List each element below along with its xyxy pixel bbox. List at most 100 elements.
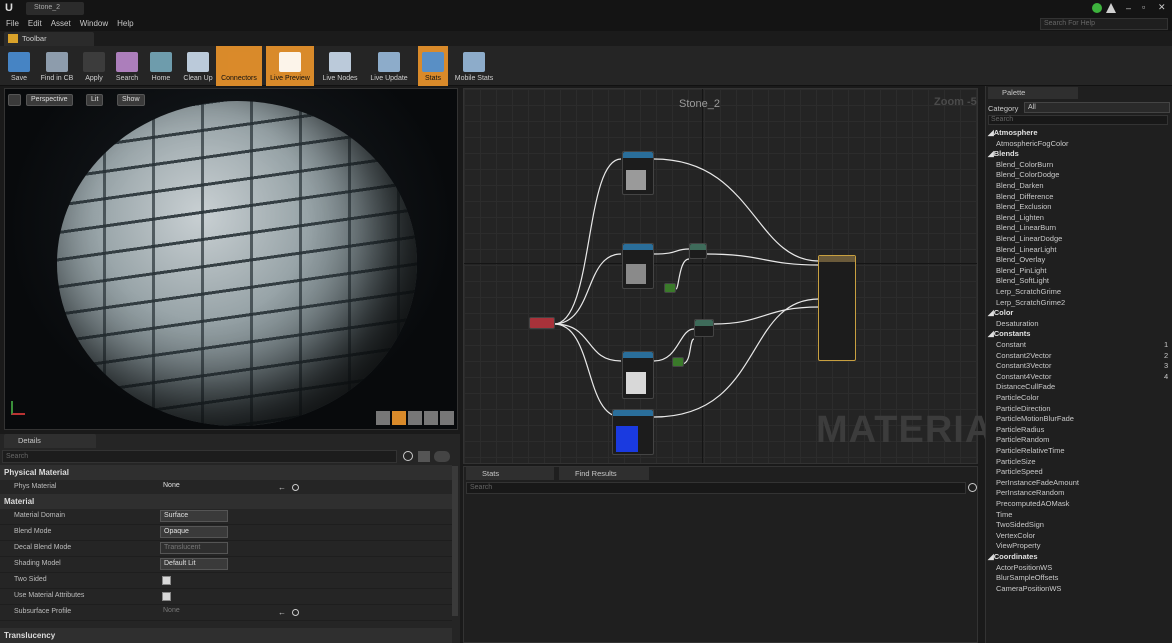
texture-sample-node-4[interactable] <box>612 409 654 455</box>
palette-item[interactable]: ParticleRelativeTime <box>996 446 1065 455</box>
toolbar-button-connectors[interactable]: Connectors <box>216 46 262 86</box>
find-search-input[interactable]: Search <box>466 482 966 494</box>
palette-item[interactable]: Blend_Darken <box>996 181 1044 190</box>
cylinder-shape-icon[interactable] <box>376 411 390 425</box>
teapot-shape-icon[interactable] <box>440 411 454 425</box>
toolbar-button-live-update[interactable]: Live Update <box>366 46 412 86</box>
status-icon[interactable] <box>1092 3 1102 13</box>
palette-item[interactable]: ParticleRadius <box>996 425 1044 434</box>
palette-item[interactable]: Constant <box>996 340 1026 349</box>
details-search-input[interactable]: Search <box>2 450 397 463</box>
palette-item[interactable]: Blend_ColorDodge <box>996 170 1059 179</box>
details-tab[interactable]: Details <box>4 434 96 448</box>
toolbar-button-live-nodes[interactable]: Live Nodes <box>319 46 361 86</box>
toolbar-button-home[interactable]: Home <box>146 46 176 86</box>
use-selected-arrow-icon[interactable]: ← <box>278 483 286 492</box>
palette-item[interactable]: TwoSidedSign <box>996 520 1044 529</box>
palette-item[interactable]: Blend_ColorBurn <box>996 160 1053 169</box>
toolbar-button-save[interactable]: Save <box>6 46 32 86</box>
texture-sample-node-1[interactable] <box>622 151 654 195</box>
palette-item[interactable]: Constant2Vector <box>996 351 1051 360</box>
toolbar-button-find-in-cb[interactable]: Find in CB <box>36 46 78 86</box>
palette-item[interactable]: PerInstanceFadeAmount <box>996 478 1079 487</box>
grid-view-icon[interactable] <box>418 451 430 462</box>
toolbar-tab[interactable]: Toolbar <box>4 32 94 46</box>
property-checkbox[interactable] <box>162 592 171 601</box>
palette-item[interactable]: PerInstanceRandom <box>996 488 1064 497</box>
help-search-input[interactable]: Search For Help <box>1040 18 1168 30</box>
use-selected-arrow-icon[interactable]: ← <box>278 608 286 617</box>
palette-item[interactable]: Blend_PinLight <box>996 266 1046 275</box>
cube-shape-icon[interactable] <box>424 411 438 425</box>
toolbar-button-clean-up[interactable]: Clean Up <box>182 46 214 86</box>
browse-search-icon[interactable] <box>292 484 299 491</box>
eye-icon[interactable] <box>434 451 450 462</box>
palette-item[interactable]: PrecomputedAOMask <box>996 499 1069 508</box>
palette-item[interactable]: Desaturation <box>996 319 1039 328</box>
palette-item[interactable]: Blend_SoftLight <box>996 276 1049 285</box>
plane-shape-icon[interactable] <box>408 411 422 425</box>
sphere-shape-icon[interactable] <box>392 411 406 425</box>
toolbar-button-live-preview[interactable]: Live Preview <box>266 46 314 86</box>
property-value-dropdown[interactable]: Opaque <box>160 526 228 538</box>
category-dropdown[interactable]: All <box>1024 102 1170 113</box>
palette-item[interactable]: DistanceCullFade <box>996 382 1055 391</box>
browse-search-icon[interactable] <box>292 609 299 616</box>
texcoord-node[interactable] <box>529 317 555 329</box>
palette-item[interactable]: ParticleSize <box>996 457 1036 466</box>
section-translucency[interactable]: Translucency <box>0 628 452 643</box>
search-icon[interactable] <box>403 451 413 461</box>
menu-item[interactable]: Window <box>80 19 108 28</box>
property-value-dropdown[interactable]: None <box>160 481 270 493</box>
find-results-tab[interactable]: Find Results <box>559 467 649 480</box>
palette-category[interactable]: ◢Coordinates <box>988 552 1038 561</box>
texture-sample-node-2[interactable] <box>622 243 654 289</box>
palette-tab[interactable]: Palette <box>988 87 1078 99</box>
property-value-dropdown[interactable]: Surface <box>160 510 228 522</box>
close-icon[interactable]: ✕ <box>1158 2 1170 13</box>
palette-category[interactable]: ◢Blends <box>988 149 1019 158</box>
palette-item[interactable]: ViewProperty <box>996 541 1040 550</box>
palette-item[interactable]: ParticleColor <box>996 393 1039 402</box>
menu-item[interactable]: File <box>6 19 19 28</box>
section-material[interactable]: Material <box>0 494 452 509</box>
notification-icon[interactable] <box>1106 3 1116 13</box>
material-graph[interactable]: Stone_2 Zoom -5 MATERIAL <box>463 88 1017 464</box>
palette-category[interactable]: ◢Atmosphere <box>988 128 1038 137</box>
constant-node-1[interactable] <box>664 283 676 293</box>
maximize-icon[interactable]: ▫ <box>1142 2 1154 13</box>
viewport-menu-icon[interactable] <box>8 94 21 106</box>
section-physical-material[interactable]: Physical Material <box>0 465 452 480</box>
palette-item[interactable]: Blend_LinearLight <box>996 245 1056 254</box>
toolbar-button-stats[interactable]: Stats <box>418 46 448 86</box>
multiply-node-1[interactable] <box>689 243 707 259</box>
toolbar-button-search[interactable]: Search <box>112 46 142 86</box>
perspective-button[interactable]: Perspective <box>26 94 73 106</box>
palette-item[interactable]: Time <box>996 510 1012 519</box>
search-icon[interactable] <box>968 483 977 492</box>
palette-item[interactable]: ParticleMotionBlurFade <box>996 414 1074 423</box>
palette-item[interactable]: AtmosphericFogColor <box>996 139 1069 148</box>
palette-item[interactable]: VertexColor <box>996 531 1035 540</box>
palette-search-input[interactable]: Search <box>988 115 1168 125</box>
material-preview-viewport[interactable]: Perspective Lit Show <box>4 88 458 430</box>
menu-item[interactable]: Edit <box>28 19 42 28</box>
texture-sample-node-3[interactable] <box>622 351 654 399</box>
minimize-icon[interactable]: – <box>1126 3 1138 14</box>
palette-category[interactable]: ◢Color <box>988 308 1013 317</box>
toolbar-button-apply[interactable]: Apply <box>80 46 108 86</box>
palette-item[interactable]: Blend_Lighten <box>996 213 1044 222</box>
palette-item[interactable]: CameraPositionWS <box>996 584 1061 593</box>
palette-item[interactable]: Blend_LinearBurn <box>996 223 1056 232</box>
asset-tab[interactable]: Stone_2 <box>26 2 84 15</box>
toolbar-button-mobile-stats[interactable]: Mobile Stats <box>452 46 496 86</box>
palette-item[interactable]: Blend_LinearDodge <box>996 234 1062 243</box>
palette-item[interactable]: ParticleSpeed <box>996 467 1043 476</box>
palette-item[interactable]: Blend_Overlay <box>996 255 1045 264</box>
palette-item[interactable]: Lerp_ScratchGrime <box>996 287 1061 296</box>
palette-item[interactable]: BlurSampleOffsets <box>996 573 1058 582</box>
palette-item[interactable]: ParticleRandom <box>996 435 1049 444</box>
palette-item[interactable]: ParticleDirection <box>996 404 1051 413</box>
palette-category[interactable]: ◢Constants <box>988 329 1030 338</box>
palette-item[interactable]: Lerp_ScratchGrime2 <box>996 298 1065 307</box>
